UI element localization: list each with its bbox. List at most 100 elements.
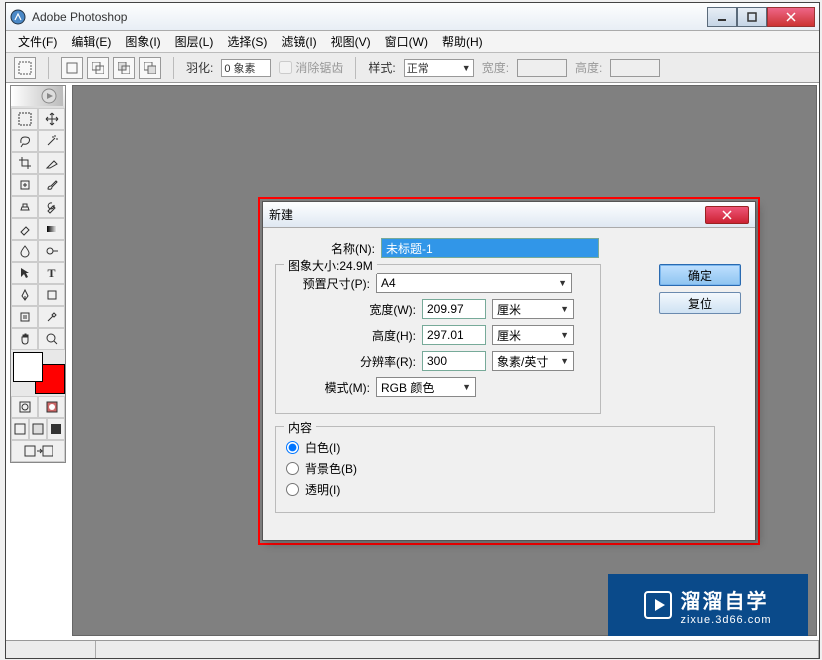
intersect-selection-icon[interactable] <box>139 57 161 79</box>
menu-select[interactable]: 选择(S) <box>221 31 273 52</box>
crop-tool-icon[interactable] <box>11 152 38 174</box>
dodge-tool-icon[interactable] <box>38 240 65 262</box>
width-unit: 厘米 <box>497 301 521 318</box>
menu-image[interactable]: 图象(I) <box>119 31 166 52</box>
ok-button[interactable]: 确定 <box>659 264 741 286</box>
radio-background[interactable]: 背景色(B) <box>286 460 704 477</box>
marquee-tool-icon[interactable] <box>11 108 38 130</box>
app-icon <box>10 9 26 25</box>
mode-value: RGB 颜色 <box>381 379 434 396</box>
menu-filter[interactable]: 滤镜(I) <box>275 31 322 52</box>
dialog-close-button[interactable] <box>705 206 749 224</box>
height-label: 高度(H): <box>286 327 416 344</box>
add-selection-icon[interactable] <box>87 57 109 79</box>
dialog-highlight-border: 新建 确定 复位 名称(N): 图象大小:24.9M 预置尺寸(P): A4▼ … <box>258 197 760 545</box>
style-dropdown[interactable]: 正常▼ <box>404 59 474 77</box>
blur-tool-icon[interactable] <box>11 240 38 262</box>
separator <box>173 57 174 79</box>
watermark-play-icon <box>644 591 672 619</box>
height-label: 高度: <box>575 59 602 76</box>
screen-mode-full-icon[interactable] <box>47 418 65 440</box>
eraser-tool-icon[interactable] <box>11 218 38 240</box>
feather-input[interactable]: 0 象素 <box>221 59 271 77</box>
minimize-button[interactable] <box>707 7 737 27</box>
shape-tool-icon[interactable] <box>38 284 65 306</box>
quick-mask-off-icon[interactable] <box>11 396 38 418</box>
menu-layer[interactable]: 图层(L) <box>169 31 220 52</box>
contents-legend: 内容 <box>284 419 316 436</box>
statusbar <box>6 640 819 658</box>
jump-to-imageready-icon[interactable] <box>11 440 65 462</box>
radio-white-label: 白色(I) <box>305 439 340 456</box>
name-input[interactable] <box>381 238 599 258</box>
history-brush-tool-icon[interactable] <box>38 196 65 218</box>
close-button[interactable] <box>767 7 815 27</box>
healing-brush-tool-icon[interactable] <box>11 174 38 196</box>
quick-mask-on-icon[interactable] <box>38 396 65 418</box>
new-selection-icon[interactable] <box>61 57 83 79</box>
separator <box>355 57 356 79</box>
mode-label: 模式(M): <box>286 379 370 396</box>
width-input <box>517 59 567 77</box>
screen-mode-standard-icon[interactable] <box>11 418 29 440</box>
radio-background-label: 背景色(B) <box>305 460 357 477</box>
magic-wand-tool-icon[interactable] <box>38 130 65 152</box>
menu-view[interactable]: 视图(V) <box>325 31 377 52</box>
options-bar: 羽化: 0 象素 消除锯齿 样式: 正常▼ 宽度: 高度: <box>6 53 819 83</box>
hand-tool-icon[interactable] <box>11 328 38 350</box>
width-label: 宽度(W): <box>286 301 416 318</box>
radio-white[interactable]: 白色(I) <box>286 439 704 456</box>
clone-stamp-tool-icon[interactable] <box>11 196 38 218</box>
marquee-tool-indicator-icon[interactable] <box>14 57 36 79</box>
window-title: Adobe Photoshop <box>32 10 707 24</box>
menu-edit[interactable]: 编辑(E) <box>65 31 117 52</box>
notes-tool-icon[interactable] <box>11 306 38 328</box>
brush-tool-icon[interactable] <box>38 174 65 196</box>
mode-dropdown[interactable]: RGB 颜色▼ <box>376 377 476 397</box>
subtract-selection-icon[interactable] <box>113 57 135 79</box>
watermark: 溜溜自学 zixue.3d66.com <box>608 574 808 636</box>
preset-value: A4 <box>381 276 396 290</box>
move-tool-icon[interactable] <box>38 108 65 130</box>
preset-label: 预置尺寸(P): <box>286 275 370 292</box>
antialias-checkbox[interactable]: 消除锯齿 <box>279 59 343 76</box>
preset-dropdown[interactable]: A4▼ <box>376 273 572 293</box>
menu-file[interactable]: 文件(F) <box>12 31 63 52</box>
height-input[interactable] <box>422 325 486 345</box>
maximize-button[interactable] <box>737 7 767 27</box>
zoom-tool-icon[interactable] <box>38 328 65 350</box>
color-swatch <box>13 352 65 394</box>
foreground-color-swatch[interactable] <box>13 352 43 382</box>
screen-mode-menubar-icon[interactable] <box>29 418 47 440</box>
width-unit-dropdown[interactable]: 厘米▼ <box>492 299 574 319</box>
path-selection-tool-icon[interactable] <box>11 262 38 284</box>
height-unit-dropdown[interactable]: 厘米▼ <box>492 325 574 345</box>
toolbox: T <box>10 85 66 463</box>
reset-button[interactable]: 复位 <box>659 292 741 314</box>
type-tool-icon[interactable]: T <box>38 262 65 284</box>
lasso-tool-icon[interactable] <box>11 130 38 152</box>
height-unit: 厘米 <box>497 327 521 344</box>
menu-window[interactable]: 窗口(W) <box>379 31 434 52</box>
new-dialog: 新建 确定 复位 名称(N): 图象大小:24.9M 预置尺寸(P): A4▼ … <box>262 201 756 541</box>
style-value: 正常 <box>407 60 429 76</box>
eyedropper-tool-icon[interactable] <box>38 306 65 328</box>
gradient-tool-icon[interactable] <box>38 218 65 240</box>
menubar: 文件(F) 编辑(E) 图象(I) 图层(L) 选择(S) 滤镜(I) 视图(V… <box>6 31 819 53</box>
radio-transparent[interactable]: 透明(I) <box>286 481 704 498</box>
radio-transparent-label: 透明(I) <box>305 481 340 498</box>
titlebar[interactable]: Adobe Photoshop <box>6 3 819 31</box>
pen-tool-icon[interactable] <box>11 284 38 306</box>
dialog-titlebar[interactable]: 新建 <box>263 202 755 228</box>
menu-help[interactable]: 帮助(H) <box>436 31 489 52</box>
selection-mode-group <box>61 57 161 79</box>
image-size-fieldset: 图象大小:24.9M 预置尺寸(P): A4▼ 宽度(W): 厘米▼ 高度(H)… <box>275 264 601 414</box>
resolution-unit: 象素/英寸 <box>497 353 548 370</box>
width-input[interactable] <box>422 299 486 319</box>
antialias-label: 消除锯齿 <box>295 59 343 76</box>
resolution-input[interactable] <box>422 351 486 371</box>
status-zoom[interactable] <box>6 641 96 658</box>
style-label: 样式: <box>368 59 395 76</box>
slice-tool-icon[interactable] <box>38 152 65 174</box>
resolution-unit-dropdown[interactable]: 象素/英寸▼ <box>492 351 574 371</box>
